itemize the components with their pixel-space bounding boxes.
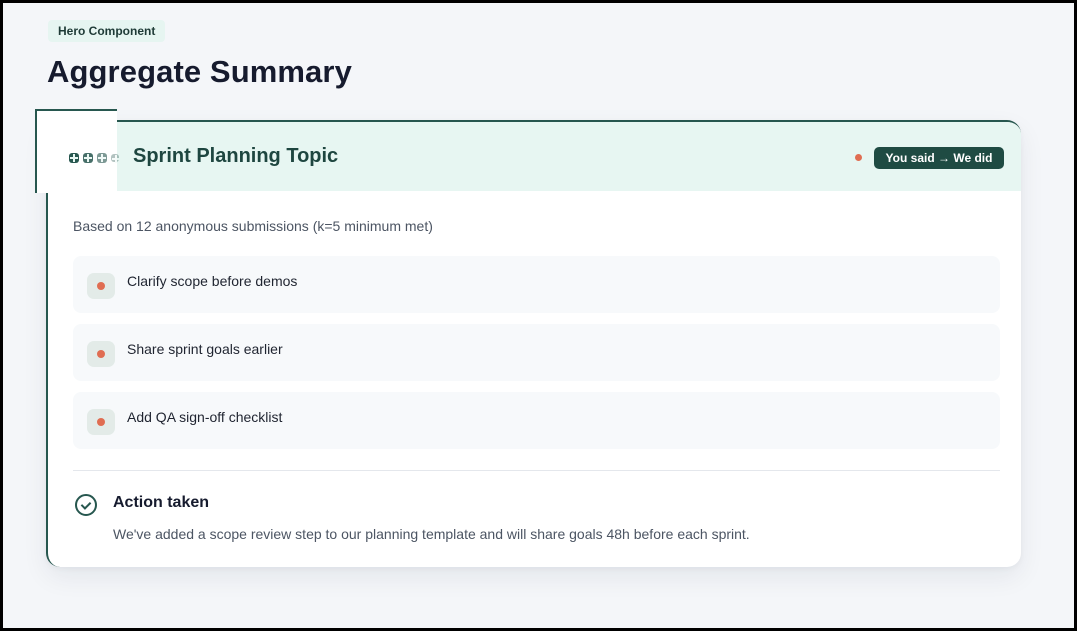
action-title: Action taken [113, 494, 210, 511]
topic-title: Sprint Planning Topic [133, 145, 339, 167]
feedback-item: Share sprint goals earlier [73, 324, 1000, 381]
feedback-item-label: Share sprint goals earlier [127, 341, 283, 357]
divider [73, 470, 1000, 471]
status-dot [855, 154, 862, 161]
feedback-item: Clarify scope before demos [73, 256, 1000, 313]
feedback-item-label: Clarify scope before demos [127, 273, 298, 289]
feedback-item: Add QA sign-off checklist [73, 392, 1000, 449]
action-description: We've added a scope review step to our p… [113, 526, 750, 542]
bullet-icon [87, 341, 115, 367]
bullet-icon [87, 409, 115, 435]
submissions-note: Based on 12 anonymous submissions (k=5 m… [73, 218, 433, 234]
drag-handle-icon[interactable] [69, 151, 120, 165]
component-tag: Hero Component [48, 20, 166, 42]
bullet-icon [87, 273, 115, 299]
page-title: Aggregate Summary [47, 54, 352, 89]
feedback-item-label: Add QA sign-off checklist [127, 409, 283, 425]
check-circle-icon [75, 494, 97, 516]
you-said-we-did-badge: You said → We did [874, 147, 1004, 169]
